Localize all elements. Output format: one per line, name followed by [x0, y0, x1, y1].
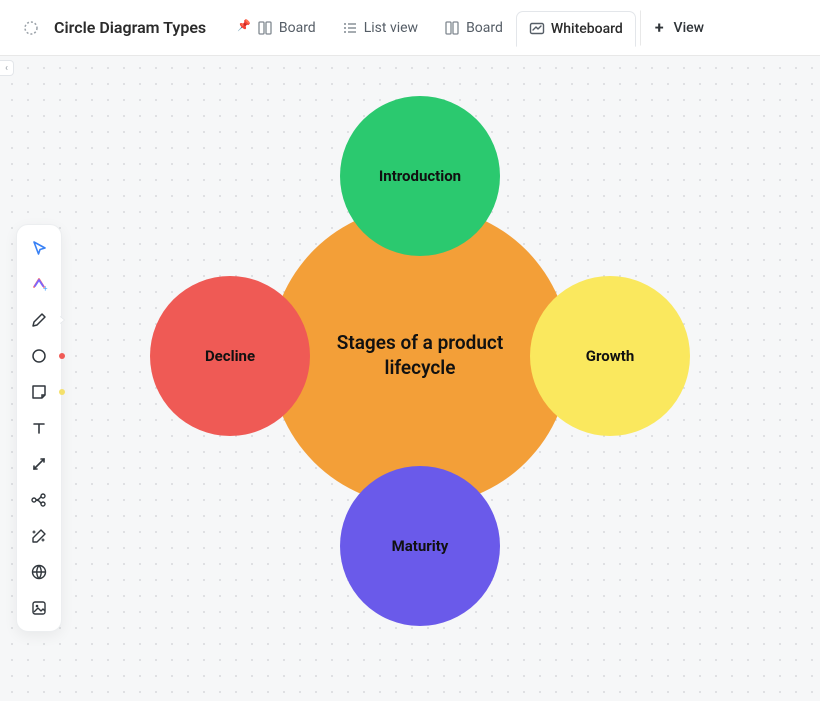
- tab-label: Board: [466, 20, 503, 36]
- tab-label: Board: [279, 20, 316, 36]
- chevron-left-icon: ‹: [5, 63, 8, 74]
- add-view-label: View: [674, 20, 705, 36]
- circle-label: Growth: [586, 347, 634, 365]
- left-toolbar: +: [16, 224, 62, 632]
- circle-introduction[interactable]: Introduction: [340, 96, 500, 256]
- whiteboard-icon: [529, 21, 545, 37]
- circle-label: Maturity: [392, 537, 449, 555]
- circle-maturity[interactable]: Maturity: [340, 466, 500, 626]
- pen-tool[interactable]: [22, 303, 56, 337]
- text-tool[interactable]: [22, 411, 56, 445]
- svg-text:+: +: [43, 284, 48, 293]
- connector-tool[interactable]: [22, 447, 56, 481]
- select-tool[interactable]: [22, 231, 56, 265]
- tab-board-1[interactable]: 📌 Board: [224, 10, 329, 46]
- circle-decline[interactable]: Decline: [150, 276, 310, 436]
- plus-icon: +: [655, 20, 664, 36]
- circle-diagram[interactable]: Stages of a product lifecycle Introducti…: [150, 86, 690, 626]
- add-view-button[interactable]: + View: [640, 10, 717, 46]
- circle-growth[interactable]: Growth: [530, 276, 690, 436]
- page-icon: [18, 15, 44, 41]
- web-tool[interactable]: [22, 555, 56, 589]
- pin-icon: 📌: [237, 19, 251, 32]
- circle-label: Decline: [205, 347, 255, 365]
- center-label: Stages of a product lifecycle: [310, 331, 530, 380]
- tab-board-2[interactable]: Board: [431, 10, 516, 46]
- board-icon: [444, 20, 460, 36]
- tab-label: List view: [364, 20, 418, 36]
- mindmap-tool[interactable]: [22, 483, 56, 517]
- tabs-group: 📌 Board List view Board Whiteboard +: [224, 0, 717, 55]
- circle-label: Introduction: [379, 167, 461, 185]
- list-icon: [342, 20, 358, 36]
- shape-tool[interactable]: [22, 339, 56, 373]
- sticky-note-tool[interactable]: [22, 375, 56, 409]
- image-tool[interactable]: [22, 591, 56, 625]
- board-icon: [257, 20, 273, 36]
- collapse-panel-button[interactable]: ‹: [0, 60, 14, 76]
- magic-tool[interactable]: [22, 519, 56, 553]
- ai-tool[interactable]: +: [22, 267, 56, 301]
- tab-whiteboard[interactable]: Whiteboard: [516, 11, 636, 47]
- page-title: Circle Diagram Types: [54, 18, 206, 37]
- top-bar: Circle Diagram Types 📌 Board List view B…: [0, 0, 820, 56]
- tab-list-view[interactable]: List view: [329, 10, 431, 46]
- sticky-color-indicator: [59, 389, 65, 395]
- tab-label: Whiteboard: [551, 21, 623, 37]
- whiteboard-canvas[interactable]: + Stages o: [0, 56, 820, 701]
- shape-color-indicator: [59, 353, 65, 359]
